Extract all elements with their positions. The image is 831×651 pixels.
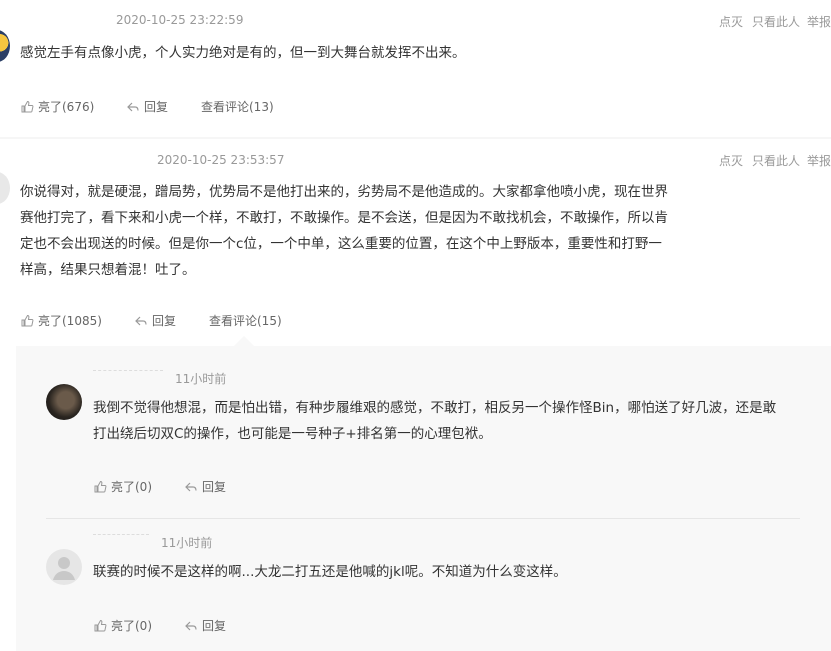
- reply-button[interactable]: 回复: [134, 312, 176, 329]
- like-button[interactable]: 亮了(676): [20, 98, 94, 115]
- default-user-icon: [53, 557, 75, 580]
- reply-label: 回复: [202, 480, 227, 494]
- only-this-user-link[interactable]: 只看此人: [752, 152, 800, 169]
- thumbs-up-icon: [94, 619, 107, 631]
- thumbs-up-icon: [21, 100, 34, 112]
- reply-arrow-icon: [135, 316, 147, 325]
- report-link[interactable]: 举报: [807, 152, 831, 169]
- reply-arrow-icon: [185, 482, 197, 491]
- comment-text: 你说得对，就是硬混，蹭局势，优势局不是他打出来的，劣势局不是他造成的。大家都拿他…: [20, 179, 720, 283]
- thumbs-up-icon: [94, 480, 107, 492]
- dislike-link[interactable]: 点灭: [719, 152, 743, 169]
- reply-text: 我倒不觉得他想混，而是怕出错，有种步履维艰的感觉，不敢打，相反另一个操作怪Bin…: [93, 395, 813, 447]
- reply-arrow-icon: [185, 621, 197, 630]
- like-count-label: 亮了(676): [38, 100, 95, 114]
- reply-text: 联赛的时候不是这样的啊...大龙二打五还是他喊的jkl呢。不知道为什么变这样。: [93, 564, 567, 580]
- reply-arrow-icon: [127, 102, 139, 111]
- username-redacted: [20, 13, 110, 27]
- reply-text-line: 我倒不觉得他想混，而是怕出错，有种步履维艰的感觉，不敢打，相反另一个操作怪Bin…: [93, 400, 777, 416]
- dislike-link[interactable]: 点灭: [719, 13, 743, 30]
- like-button[interactable]: 亮了(1085): [20, 312, 102, 329]
- reply-label: 回复: [144, 100, 169, 114]
- thumbs-up-icon: [21, 314, 34, 326]
- reply-label: 回复: [202, 619, 227, 633]
- username-redacted: [20, 153, 146, 167]
- reply-avatar[interactable]: [46, 549, 82, 585]
- only-this-user-link[interactable]: 只看此人: [752, 13, 800, 30]
- replies-panel-pointer: [234, 336, 254, 346]
- reply-timestamp: 11小时前: [175, 372, 227, 386]
- replies-panel: [16, 346, 831, 651]
- reply-timestamp: 11小时前: [161, 536, 213, 550]
- reply-divider: [46, 518, 800, 519]
- reply-like-button[interactable]: 亮了(0): [93, 617, 152, 634]
- reply-reply-button[interactable]: 回复: [184, 478, 226, 495]
- reply-button[interactable]: 回复: [126, 98, 168, 115]
- comment-text-line: 赛他打完了，看下来和小虎一个样，不敢打，不敢操作。是不会送，但是因为不敢找机会，…: [20, 210, 668, 226]
- comment-timestamp: 2020-10-25 23:53:57: [157, 153, 285, 167]
- reply-username-redacted: [93, 534, 149, 543]
- reply-like-button[interactable]: 亮了(0): [93, 478, 152, 495]
- comment-text-line: 样高，结果只想着混！吐了。: [20, 262, 196, 278]
- reply-reply-button[interactable]: 回复: [184, 617, 226, 634]
- comment-timestamp: 2020-10-25 23:22:59: [116, 13, 244, 27]
- comment-text-line: 你说得对，就是硬混，蹭局势，优势局不是他打出来的，劣势局不是他造成的。大家都拿他…: [20, 184, 668, 200]
- reply-avatar[interactable]: [46, 384, 82, 420]
- reply-text-line: 打出绕后切双C的操作，也可能是一号种子+排名第一的心理包袱。: [93, 426, 492, 442]
- reply-label: 回复: [152, 314, 177, 328]
- view-comments-button[interactable]: 查看评论(15): [209, 312, 282, 329]
- like-count-label: 亮了(0): [111, 619, 152, 633]
- reply-username-redacted: [93, 370, 163, 379]
- like-count-label: 亮了(1085): [38, 314, 102, 328]
- comment-text: 感觉左手有点像小虎，个人实力绝对是有的，但一到大舞台就发挥不出来。: [20, 45, 466, 61]
- comment-text-line: 定也不会出现送的时候。但是你一个c位，一个中单，这么重要的位置，在这个中上野版本…: [20, 236, 662, 252]
- report-link[interactable]: 举报: [807, 13, 831, 30]
- view-comments-button[interactable]: 查看评论(13): [201, 98, 274, 115]
- like-count-label: 亮了(0): [111, 480, 152, 494]
